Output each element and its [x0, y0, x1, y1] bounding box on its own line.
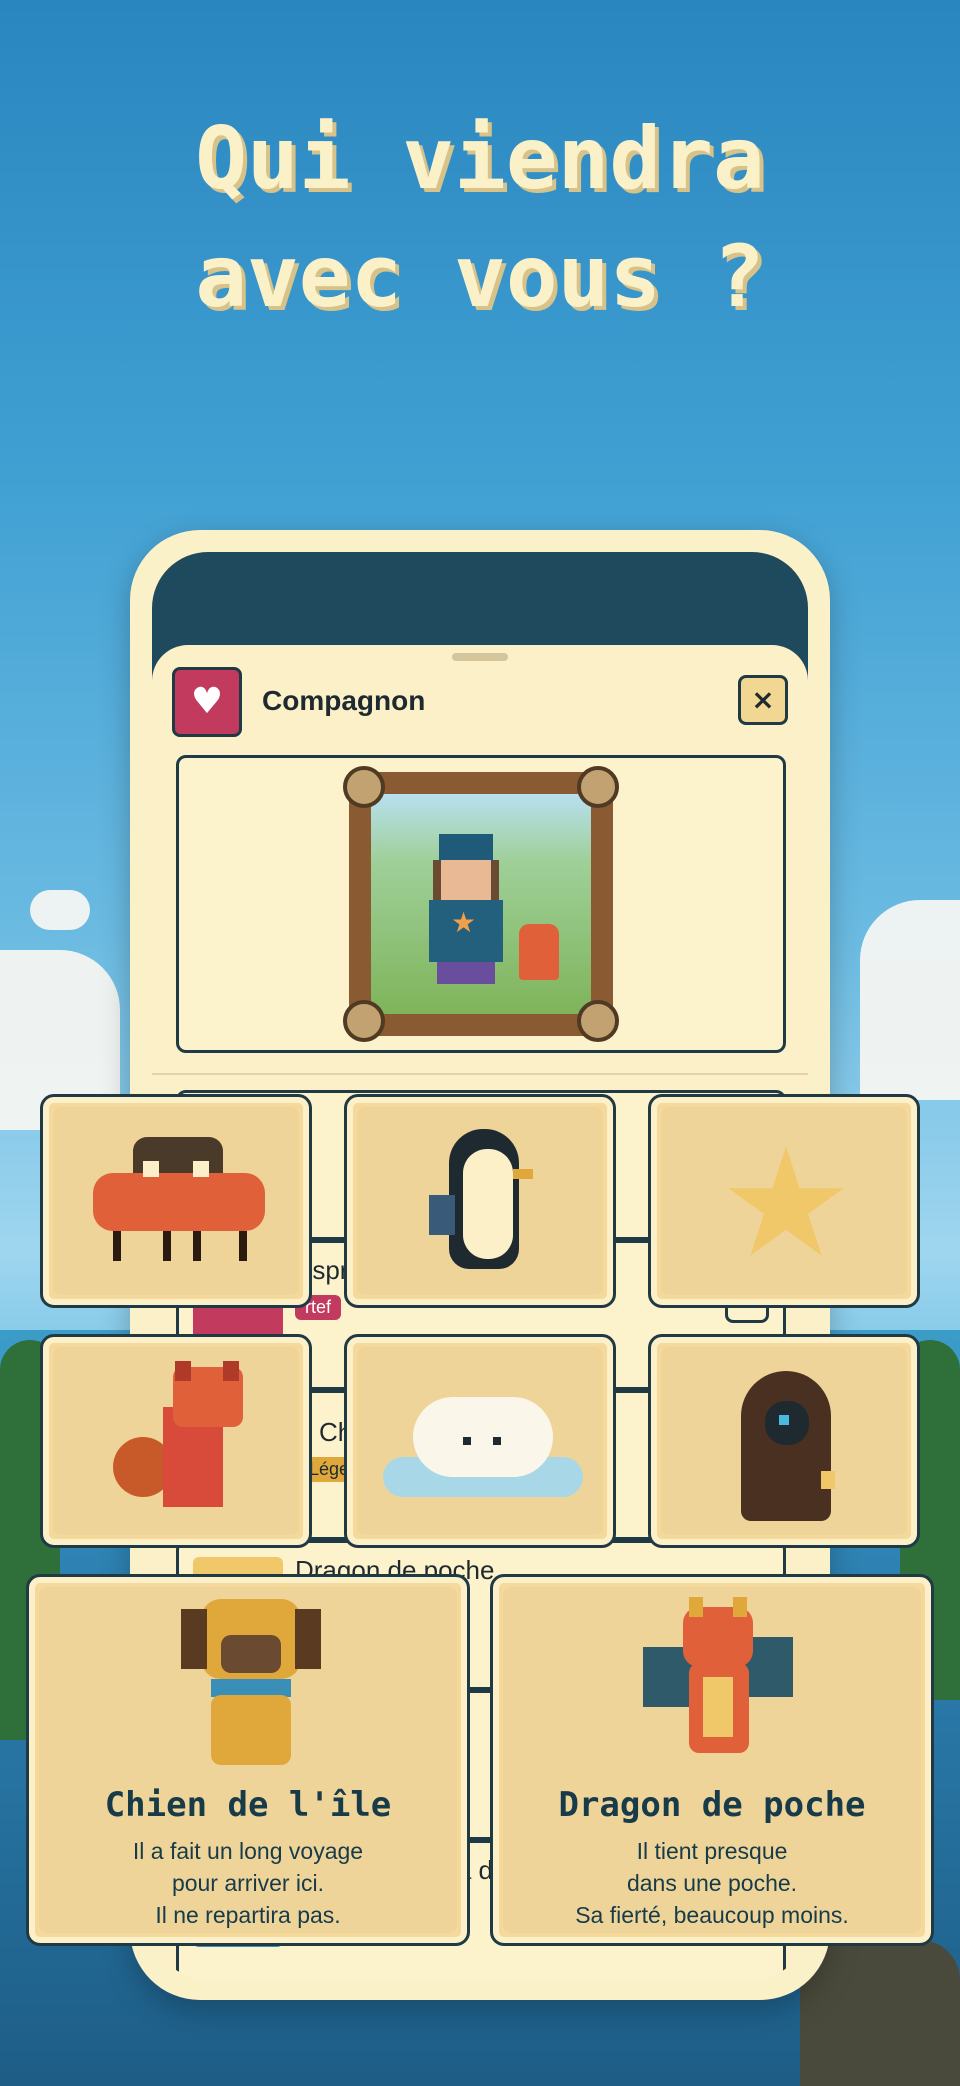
dragon-icon — [519, 924, 559, 980]
compass-icon — [343, 766, 385, 808]
hooded-spirit-icon — [731, 1371, 841, 1521]
cloud — [30, 890, 90, 930]
companion-preview: ★ — [176, 755, 786, 1053]
featured-description: Il tient presque dans une poche. Sa fier… — [493, 1835, 931, 1931]
companion-tile-star[interactable]: ★ — [648, 1094, 920, 1308]
featured-tile-island-dog[interactable]: Chien de l'île Il a fait un long voyage … — [26, 1574, 470, 1946]
featured-description-line: Il a fait un long voyage — [132, 1838, 364, 1864]
featured-description-line: Il tient presque — [636, 1838, 788, 1864]
compass-icon — [343, 1000, 385, 1042]
character-face — [441, 860, 491, 900]
crab-icon — [93, 1137, 265, 1267]
companion-tile-cloud-cat[interactable] — [344, 1334, 616, 1548]
divider — [152, 1073, 808, 1075]
character-legs — [437, 962, 495, 984]
fox-icon — [113, 1361, 253, 1517]
star-icon: ★ — [451, 906, 477, 939]
dog-icon — [181, 1599, 321, 1769]
companion-tile-hooded-spirit[interactable] — [648, 1334, 920, 1548]
star-creature-icon: ★ — [718, 1117, 854, 1291]
featured-description-line: Sa fierté, beaucoup moins. — [575, 1902, 849, 1928]
featured-description: Il a fait un long voyage pour arriver ic… — [29, 1835, 467, 1931]
cloud-cat-icon — [383, 1387, 583, 1507]
close-button[interactable]: × — [738, 675, 788, 725]
headline-line-1: Qui viendra — [195, 109, 765, 209]
featured-name: Dragon de poche — [558, 1785, 866, 1825]
headline: Qui viendra avec vous ? — [0, 100, 960, 336]
featured-description-line: Il ne repartira pas. — [155, 1902, 341, 1928]
heart-icon: ♥ — [172, 667, 242, 737]
companion-tile-penguin[interactable] — [344, 1094, 616, 1308]
compass-icon — [577, 766, 619, 808]
portrait-scene: ★ — [371, 794, 591, 1014]
penguin-icon — [429, 1129, 539, 1279]
compass-icon — [577, 1000, 619, 1042]
sheet-title: Compagnon — [262, 685, 426, 716]
rock — [800, 1940, 960, 2086]
companion-tile-fox[interactable] — [40, 1334, 312, 1548]
sheet-handle[interactable] — [452, 653, 508, 661]
portrait-frame: ★ — [343, 766, 619, 1042]
featured-description-line: dans une poche. — [626, 1870, 798, 1896]
featured-tile-pocket-dragon[interactable]: Dragon de poche Il tient presque dans un… — [490, 1574, 934, 1946]
featured-name: Chien de l'île — [104, 1785, 392, 1825]
featured-description-line: pour arriver ici. — [171, 1870, 325, 1896]
companion-tile-crab[interactable] — [40, 1094, 312, 1308]
dragon-icon — [643, 1597, 793, 1767]
headline-line-2: avec vous ? — [195, 227, 765, 327]
sheet-header: ♥ Compagnon × — [172, 667, 788, 737]
cloud — [860, 900, 960, 1100]
character-hat — [439, 834, 493, 862]
